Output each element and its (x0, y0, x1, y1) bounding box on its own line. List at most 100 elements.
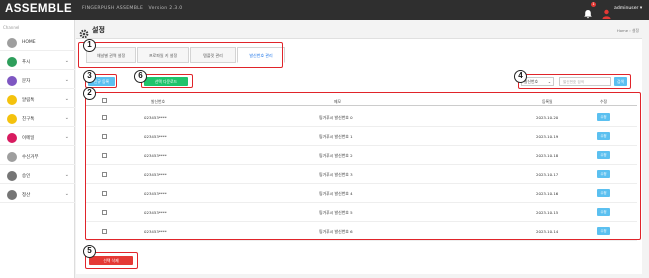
annotation-badge-4: 4 (514, 70, 527, 83)
sidebar-item-label: 수신거부 (22, 155, 39, 160)
cell-number: 023453**** (144, 210, 167, 215)
chevron-down-icon: ⌄ (64, 172, 69, 178)
sidebar-item[interactable]: 푸시 ⌄ (0, 54, 75, 70)
home-icon (7, 38, 17, 48)
user-menu[interactable]: adminuser ▾ (614, 6, 642, 11)
chevron-down-icon: ⌄ (64, 58, 69, 64)
user-avatar-icon[interactable] (602, 4, 611, 19)
sidebar-item[interactable]: 승인 ⌄ (0, 168, 75, 184)
sidebar-item-label: 이메일 (22, 136, 35, 141)
annotation-badge-3: 3 (83, 70, 96, 83)
table-row: 023453**** 핑거푸시 발신번호 6 2023.10.14 수정 (86, 222, 637, 241)
chevron-down-icon: ⌄ (64, 77, 69, 83)
table-row: 023453**** 핑거푸시 발신번호 1 2023.10.19 수정 (86, 127, 637, 146)
chevron-down-icon: ⌄ (64, 191, 69, 197)
select-all-checkbox[interactable] (102, 98, 107, 103)
table-row: 023453**** 핑거푸시 발신번호 3 2023.10.17 수정 (86, 165, 637, 184)
sidebar-item-label: 문자 (22, 79, 31, 84)
cell-memo: 핑거푸시 발신번호 4 (319, 191, 353, 196)
cell-memo: 핑거푸시 발신번호 3 (319, 172, 353, 177)
alimtalk-icon (7, 95, 17, 105)
sidebar-item[interactable]: 친구톡 ⌄ (0, 111, 75, 127)
sidebar-item[interactable]: 정산 ⌄ (0, 187, 75, 203)
annotation-badge-6: 6 (134, 70, 147, 83)
table-row: 023453**** 핑거푸시 발신번호 4 2023.10.16 수정 (86, 184, 637, 203)
sidebar-item[interactable]: 문자 ⌄ (0, 73, 75, 89)
chevron-down-icon: ⌄ (64, 115, 69, 121)
row-checkbox[interactable] (102, 153, 107, 158)
table-row: 023453**** 핑거푸시 발신번호 0 2023.10.20 수정 (86, 108, 637, 127)
row-checkbox[interactable] (102, 210, 107, 215)
search-input[interactable]: 발신번호 검색 (559, 77, 611, 86)
sidebar-item-label: 정산 (22, 193, 31, 198)
sidebar-item[interactable]: 수신거부 (0, 149, 75, 165)
page-title: 설정 (92, 26, 105, 34)
cell-number: 023453**** (144, 153, 167, 158)
chevron-down-icon: ⌄ (64, 134, 69, 140)
approve-icon (7, 171, 17, 181)
header-edit: 수정 (600, 99, 607, 104)
sidebar-item[interactable]: 이메일 ⌄ (0, 130, 75, 146)
row-checkbox[interactable] (102, 191, 107, 196)
cell-memo: 핑거푸시 발신번호 5 (319, 210, 353, 215)
cell-date: 2023.10.15 (536, 210, 559, 215)
cell-memo: 핑거푸시 발신번호 2 (319, 153, 353, 158)
edit-button[interactable]: 수정 (597, 227, 610, 235)
header-number: 발신번호 (151, 99, 165, 104)
row-checkbox[interactable] (102, 134, 107, 139)
edit-button[interactable]: 수정 (597, 208, 610, 216)
push-icon (7, 57, 17, 67)
edit-button[interactable]: 수정 (597, 151, 610, 159)
channel-label: Channel (3, 25, 20, 30)
cell-memo: 핑거푸시 발신번호 0 (319, 115, 353, 120)
top-bar: ASSEMBLE FINGERPUSH ASSEMBLE Version 2.3… (0, 0, 649, 20)
cell-memo: 핑거푸시 발신번호 1 (319, 134, 353, 139)
email-icon (7, 133, 17, 143)
edit-button[interactable]: 수정 (597, 189, 610, 197)
row-checkbox[interactable] (102, 115, 107, 120)
annotation-badge-2: 2 (83, 87, 96, 100)
sms-icon (7, 76, 17, 86)
main-panel: 채널별 권역 설정 프로파일 키 설정 템플릿 관리 발신번호 관리 신규 등록… (76, 38, 642, 274)
tab-sender-number[interactable]: 발신번호 관리 (237, 47, 285, 63)
cell-number: 023453**** (144, 115, 167, 120)
notification-count-badge: 1 (591, 2, 596, 7)
edit-button[interactable]: 수정 (597, 113, 610, 121)
sidebar-item[interactable]: 알림톡 ⌄ (0, 92, 75, 108)
search-button[interactable]: 검색 (614, 77, 627, 86)
delete-selected-button[interactable]: 선택 삭제 (89, 256, 133, 265)
annotation-badge-5: 5 (83, 245, 96, 258)
version-label: Version 2.3.0 (148, 6, 183, 11)
cell-date: 2023.10.17 (536, 172, 559, 177)
table-row: 023453**** 핑거푸시 발신번호 5 2023.10.15 수정 (86, 203, 637, 222)
cell-number: 023453**** (144, 191, 167, 196)
app-brand: FINGERPUSH ASSEMBLE Version 2.3.0 (82, 6, 182, 11)
cell-number: 023453**** (144, 172, 167, 177)
sidebar-item-label: HOME (22, 40, 36, 45)
settle-icon (7, 190, 17, 200)
row-checkbox[interactable] (102, 229, 107, 234)
annotation-badge-1: 1 (83, 39, 96, 52)
edit-button[interactable]: 수정 (597, 170, 610, 178)
header-memo: 메모 (334, 99, 341, 104)
cell-date: 2023.10.20 (536, 115, 559, 120)
notification-bell-icon[interactable]: 1 (583, 2, 596, 19)
edit-button[interactable]: 수정 (597, 132, 610, 140)
friendtalk-icon (7, 114, 17, 124)
cell-date: 2023.10.19 (536, 134, 559, 139)
sidebar-item-label: 알림톡 (22, 98, 35, 103)
tab-template[interactable]: 템플릿 관리 (190, 47, 236, 63)
sidebar-item[interactable]: HOME (0, 35, 75, 51)
download-button[interactable]: 선택 다운로드 (144, 77, 188, 86)
row-checkbox[interactable] (102, 172, 107, 177)
chevron-down-icon: ⌄ (64, 96, 69, 102)
cell-date: 2023.10.14 (536, 229, 559, 234)
brand-name: FINGERPUSH ASSEMBLE (82, 6, 144, 11)
sidebar-item-label: 친구톡 (22, 117, 35, 122)
app-logo[interactable]: ASSEMBLE (5, 3, 72, 15)
tab-profile-key[interactable]: 프로파일 키 설정 (137, 47, 189, 63)
page-header: 설정 Home › 설정 (76, 20, 649, 39)
breadcrumb[interactable]: Home › 설정 (617, 28, 639, 34)
sidebar-item-label: 승인 (22, 174, 31, 179)
username-label: adminuser (614, 6, 639, 11)
